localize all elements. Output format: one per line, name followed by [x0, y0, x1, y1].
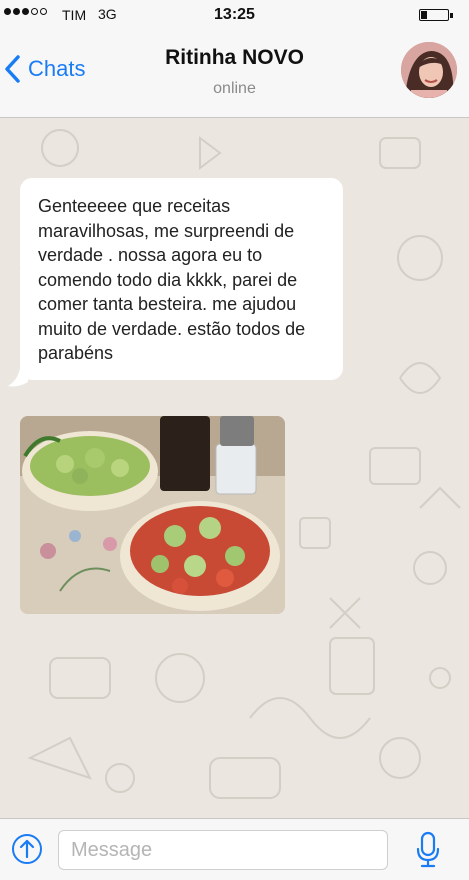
contact-status: online — [213, 80, 256, 97]
message-bubble[interactable]: Genteeeee que receitas maravilhosas, me … — [20, 178, 343, 380]
upload-circle-icon[interactable] — [11, 833, 43, 865]
contact-avatar[interactable] — [401, 42, 457, 98]
message-image[interactable] — [20, 416, 285, 614]
contact-name[interactable]: Ritinha NOVO — [0, 46, 469, 70]
microphone-icon[interactable] — [415, 831, 441, 869]
input-bar — [0, 818, 469, 880]
message-input[interactable] — [58, 830, 388, 870]
message-text: Genteeeee que receitas maravilhosas, me … — [38, 196, 306, 363]
status-bar: TIM 3G 13:25 — [0, 0, 469, 32]
battery-icon — [419, 9, 453, 21]
chat-area[interactable]: Genteeeee que receitas maravilhosas, me … — [0, 118, 469, 818]
chat-header: Chats Ritinha NOVO online — [0, 32, 469, 118]
status-time: 13:25 — [214, 6, 255, 23]
